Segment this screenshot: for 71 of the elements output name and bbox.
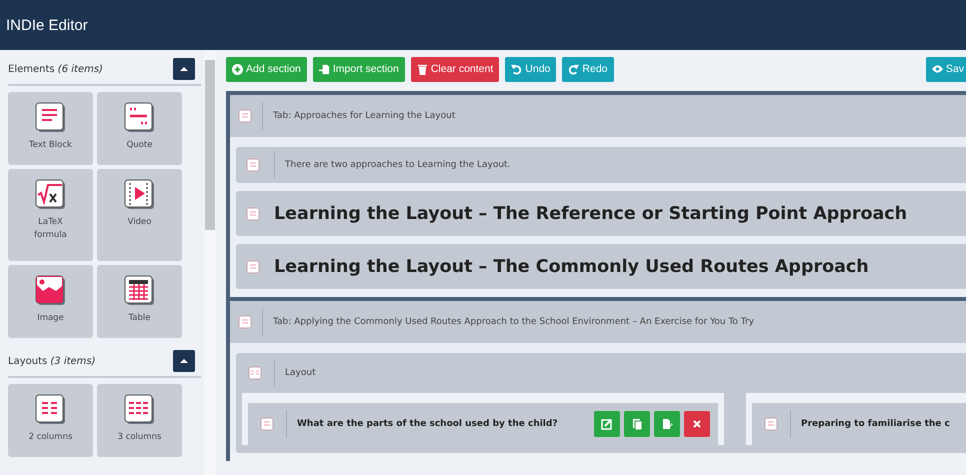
image-icon: [34, 275, 66, 307]
table-icon: [124, 275, 156, 307]
redo-icon: [568, 64, 580, 74]
heading-text: Learning the Layout – The Reference or Starting Point Approach: [274, 204, 908, 224]
block-text: What are the parts of the school used by the child?: [286, 410, 582, 438]
scrollbar[interactable]: [204, 50, 216, 475]
move-button[interactable]: [654, 411, 680, 437]
palette-item-label: 2 columns: [28, 431, 74, 444]
import-icon: [318, 64, 330, 74]
undo-icon: [511, 64, 522, 74]
edit-button[interactable]: [594, 411, 620, 437]
palette-item-label: Video: [126, 216, 152, 229]
palette-item-label: 3 columns: [116, 431, 162, 444]
copy-icon: [631, 418, 643, 430]
columns-icon: [34, 394, 66, 426]
eye-icon: [932, 65, 943, 73]
copy-button[interactable]: [624, 411, 650, 437]
plus-icon: [232, 64, 243, 74]
palette-item[interactable]: Quote: [97, 92, 182, 165]
columns-icon: [248, 366, 262, 380]
document-icon: [246, 158, 260, 172]
window-title: INDIe Editor: [6, 16, 88, 34]
collapse-button[interactable]: [173, 350, 196, 372]
heading-block[interactable]: Learning the Layout – The Reference or Starting Point Approach: [236, 191, 966, 236]
document-icon: [246, 206, 260, 220]
section-title: Tab: Approaches for Learning the Layout: [262, 102, 456, 130]
palette-item[interactable]: 2 columns: [8, 384, 93, 457]
palette-item-label: LaTeX formula: [33, 216, 68, 242]
quote-icon: [124, 102, 156, 134]
caret-icon: [179, 66, 190, 72]
palette-item[interactable]: Table: [97, 265, 182, 338]
video-icon: [124, 179, 156, 211]
palette-item[interactable]: LaTeX formula: [8, 169, 93, 261]
group-title: Elements (6 items): [8, 64, 103, 74]
delete-button[interactable]: [684, 411, 710, 437]
edit-icon: [601, 418, 613, 430]
toolbar-button[interactable]: Import section: [312, 56, 405, 82]
document-icon: [238, 315, 252, 329]
columns-icon: [124, 394, 156, 426]
palette-item-label: Text Block: [28, 139, 73, 152]
block-text: Preparing to familiarise the c: [790, 410, 966, 438]
document-icon: [764, 417, 778, 431]
heading-text: Learning the Layout – The Commonly Used Routes Approach: [274, 256, 869, 276]
heading-block[interactable]: Learning the Layout – The Commonly Used Routes Approach: [236, 244, 966, 289]
palette-item-label: Table: [128, 312, 152, 325]
text-block[interactable]: There are two approaches to Learning the Layout.: [236, 147, 966, 183]
palette-item-label: Image: [36, 312, 65, 325]
toolbar-button[interactable]: Add section: [226, 56, 307, 82]
question-block[interactable]: What are the parts of the school used by the child?: [248, 403, 718, 445]
palette-item[interactable]: 3 columns: [97, 384, 182, 457]
palette-item[interactable]: Text Block: [8, 92, 93, 165]
trash-icon: [416, 64, 428, 74]
toolbar-button[interactable]: Clear content: [410, 56, 500, 82]
collapse-button[interactable]: [173, 58, 196, 80]
layout-block[interactable]: Layout What are the parts of the school used by the child? Preparing to familiarise the c: [236, 353, 966, 453]
caret-icon: [179, 358, 190, 364]
palette-item[interactable]: Video: [97, 169, 182, 261]
text-icon: [34, 102, 66, 134]
group-title: Layouts (3 items): [8, 356, 96, 366]
close-icon: [691, 418, 703, 430]
block-text: Layout: [274, 360, 316, 386]
document-icon: [246, 260, 260, 274]
document-icon: [260, 417, 274, 431]
section-title: Tab: Applying the Commonly Used Routes Approach to the School Environment – An Exercise for You To Try: [262, 308, 754, 336]
palette-item[interactable]: Image: [8, 265, 93, 338]
palette-item-label: Quote: [126, 139, 154, 152]
document-arrow-icon: [661, 418, 673, 430]
question-block[interactable]: Preparing to familiarise the c: [752, 403, 966, 445]
block-text: There are two approaches to Learning the Layout.: [274, 152, 510, 178]
document-icon: [238, 109, 252, 123]
formula-icon: [34, 179, 66, 211]
